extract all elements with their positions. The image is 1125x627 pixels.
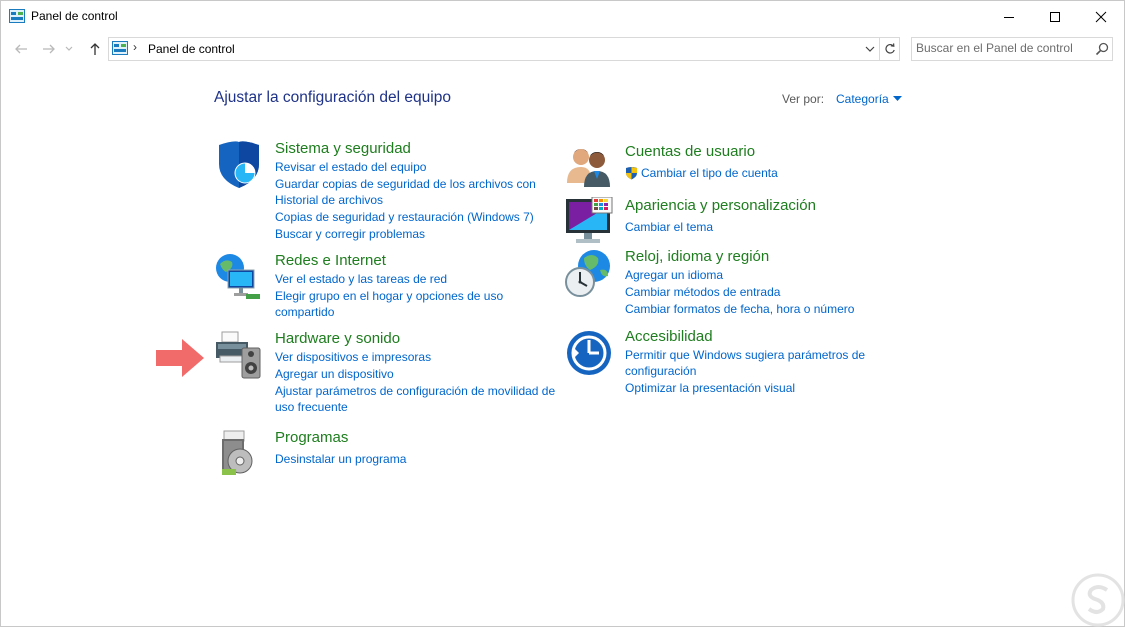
search-box[interactable] bbox=[911, 37, 1113, 61]
category-title[interactable]: Redes e Internet bbox=[275, 252, 386, 269]
accessibility-icon[interactable] bbox=[564, 328, 614, 378]
control-panel-window: Panel de control › Panel de control Busc… bbox=[0, 0, 1125, 627]
breadcrumb-separator[interactable]: › bbox=[133, 40, 137, 54]
refresh-button[interactable] bbox=[879, 38, 900, 60]
task-link[interactable]: Agregar un dispositivo bbox=[275, 367, 565, 383]
forward-button[interactable] bbox=[39, 39, 59, 59]
view-by-value[interactable]: Categoría bbox=[836, 92, 889, 106]
search-icon[interactable] bbox=[1094, 41, 1110, 57]
minimize-button[interactable] bbox=[986, 1, 1032, 32]
breadcrumb-item[interactable]: Panel de control bbox=[148, 42, 235, 56]
title-bar[interactable]: Panel de control bbox=[1, 1, 1124, 32]
category-title[interactable]: Programas bbox=[275, 429, 348, 446]
task-link[interactable]: Desinstalar un programa bbox=[275, 452, 565, 468]
task-link[interactable]: Cambiar el tipo de cuenta bbox=[625, 166, 915, 182]
category-title[interactable]: Hardware y sonido bbox=[275, 330, 400, 347]
category-title[interactable]: Reloj, idioma y región bbox=[625, 248, 769, 265]
address-history-button[interactable] bbox=[861, 38, 879, 60]
clock-globe-icon[interactable] bbox=[564, 248, 614, 298]
users-icon[interactable] bbox=[564, 143, 614, 193]
task-link[interactable]: Cambiar el tema bbox=[625, 220, 915, 236]
window-title: Panel de control bbox=[31, 9, 118, 23]
watermark-logo-icon bbox=[1071, 573, 1125, 627]
refresh-icon bbox=[885, 43, 895, 54]
search-input[interactable] bbox=[916, 40, 1086, 56]
uac-shield-icon bbox=[626, 167, 637, 180]
view-by-dropdown[interactable]: Categoría bbox=[836, 92, 902, 106]
maximize-button[interactable] bbox=[1032, 1, 1078, 32]
task-link[interactable]: Buscar y corregir problemas bbox=[275, 227, 565, 243]
task-link[interactable]: Revisar el estado del equipo bbox=[275, 160, 565, 176]
category-title[interactable]: Sistema y seguridad bbox=[275, 140, 411, 157]
back-button[interactable] bbox=[11, 39, 31, 59]
close-icon bbox=[1095, 11, 1107, 22]
shield-icon[interactable] bbox=[214, 140, 264, 190]
page-title: Ajustar la configuración del equipo bbox=[214, 89, 451, 106]
arrow-left-icon bbox=[15, 44, 27, 54]
task-link[interactable]: Elegir grupo en el hogar y opciones de u… bbox=[275, 289, 565, 320]
category-title[interactable]: Cuentas de usuario bbox=[625, 143, 755, 160]
task-link[interactable]: Permitir que Windows sugiera parámetros … bbox=[625, 348, 915, 379]
chevron-down-icon bbox=[65, 46, 73, 51]
close-button[interactable] bbox=[1078, 1, 1124, 32]
task-link[interactable]: Ver dispositivos e impresoras bbox=[275, 350, 565, 366]
printer-speaker-icon[interactable] bbox=[214, 330, 264, 380]
task-link[interactable]: Copias de seguridad y restauración (Wind… bbox=[275, 210, 565, 226]
address-bar[interactable]: › Panel de control bbox=[108, 37, 900, 61]
up-button[interactable] bbox=[85, 39, 105, 59]
navigation-bar: › Panel de control bbox=[1, 34, 1124, 64]
task-link[interactable]: Optimizar la presentación visual bbox=[625, 381, 915, 397]
arrow-up-icon bbox=[90, 43, 100, 55]
caret-down-icon bbox=[892, 96, 902, 101]
recent-locations-button[interactable] bbox=[63, 39, 75, 59]
pointer-arrow-icon bbox=[156, 339, 204, 377]
control-panel-icon bbox=[112, 41, 128, 55]
task-link[interactable]: Cambiar métodos de entrada bbox=[625, 285, 915, 301]
task-link[interactable]: Guardar copias de seguridad de los archi… bbox=[275, 177, 565, 208]
view-by-label: Ver por: bbox=[782, 92, 825, 106]
minimize-icon bbox=[1004, 16, 1014, 18]
control-panel-icon bbox=[9, 9, 25, 23]
task-link-label[interactable]: Cambiar el tipo de cuenta bbox=[641, 166, 778, 180]
maximize-icon bbox=[1050, 11, 1060, 22]
monitor-palette-icon[interactable] bbox=[564, 197, 614, 247]
programs-disc-icon[interactable] bbox=[214, 429, 264, 479]
task-link[interactable]: Ver el estado y las tareas de red bbox=[275, 272, 565, 288]
network-globe-icon[interactable] bbox=[214, 252, 264, 302]
arrow-right-icon bbox=[43, 44, 55, 54]
task-link[interactable]: Cambiar formatos de fecha, hora o número bbox=[625, 302, 915, 318]
category-title[interactable]: Accesibilidad bbox=[625, 328, 713, 345]
category-title[interactable]: Apariencia y personalización bbox=[625, 197, 816, 214]
task-link[interactable]: Agregar un idioma bbox=[625, 268, 915, 284]
chevron-down-icon bbox=[865, 46, 875, 52]
task-link[interactable]: Ajustar parámetros de configuración de m… bbox=[275, 384, 565, 415]
